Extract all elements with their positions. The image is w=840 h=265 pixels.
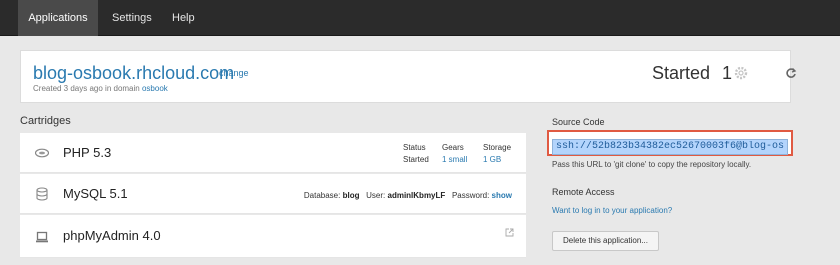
- top-nav: Applications Settings Help: [0, 0, 840, 36]
- cartridge-row-mysql: MySQL 5.1 Database: blog User: adminlKbm…: [20, 174, 526, 214]
- gear-icon[interactable]: [734, 66, 748, 80]
- database-label: Database:: [303, 191, 341, 200]
- gears-value-link[interactable]: 1 small: [442, 155, 467, 164]
- domain-link[interactable]: osbook: [142, 84, 168, 93]
- show-password-link[interactable]: show: [492, 191, 512, 200]
- database-icon: [36, 187, 48, 201]
- laptop-icon: [36, 231, 48, 243]
- php-cartridge-icon: [35, 148, 49, 158]
- cartridges-heading: Cartridges: [20, 115, 71, 127]
- refresh-icon[interactable]: [785, 67, 797, 79]
- status-label: Status: [403, 143, 426, 152]
- remote-access-heading: Remote Access: [552, 187, 615, 197]
- source-code-heading: Source Code: [552, 117, 605, 127]
- storage-label: Storage: [483, 143, 512, 152]
- gear-count: 1: [722, 63, 733, 83]
- database-value: blog: [342, 191, 360, 200]
- tab-applications[interactable]: Applications: [18, 0, 98, 36]
- source-help-text: Pass this URL to 'git clone' to copy the…: [552, 160, 752, 169]
- tab-help[interactable]: Help: [158, 0, 209, 36]
- app-status: Started: [652, 63, 711, 83]
- user-value: adminlKbmyLF: [387, 191, 446, 200]
- app-header-panel: blog-osbook.rhcloud.com change Created 3…: [20, 50, 797, 103]
- source-url-highlight: [547, 130, 793, 156]
- cartridge-row-php: PHP 5.3 Status Started Gears 1 small Sto…: [20, 133, 526, 173]
- database-info: Database: blog User: adminlKbmyLF Passwo…: [304, 191, 512, 200]
- created-info: Created 3 days ago in domain osbook: [33, 84, 168, 93]
- created-text: Created 3 days ago in domain: [33, 84, 140, 93]
- remote-login-link[interactable]: Want to log in to your application?: [552, 206, 672, 215]
- storage-value-link[interactable]: 1 GB: [483, 155, 501, 164]
- status-value: Started: [403, 155, 429, 164]
- cartridge-name: PHP 5.3: [63, 145, 112, 160]
- user-label: User:: [366, 191, 386, 200]
- delete-application-button[interactable]: Delete this application...: [552, 231, 659, 251]
- source-url-input[interactable]: [552, 138, 788, 155]
- app-name[interactable]: blog-osbook.rhcloud.com: [33, 63, 234, 84]
- external-link-icon[interactable]: [505, 228, 514, 237]
- cartridge-name: phpMyAdmin 4.0: [63, 228, 161, 243]
- tab-settings[interactable]: Settings: [98, 0, 166, 36]
- change-link[interactable]: change: [219, 68, 249, 78]
- password-label: Password:: [451, 191, 490, 200]
- cartridge-name: MySQL 5.1: [63, 186, 128, 201]
- gears-label: Gears: [442, 143, 464, 152]
- cartridge-row-phpmyadmin: phpMyAdmin 4.0: [20, 215, 526, 258]
